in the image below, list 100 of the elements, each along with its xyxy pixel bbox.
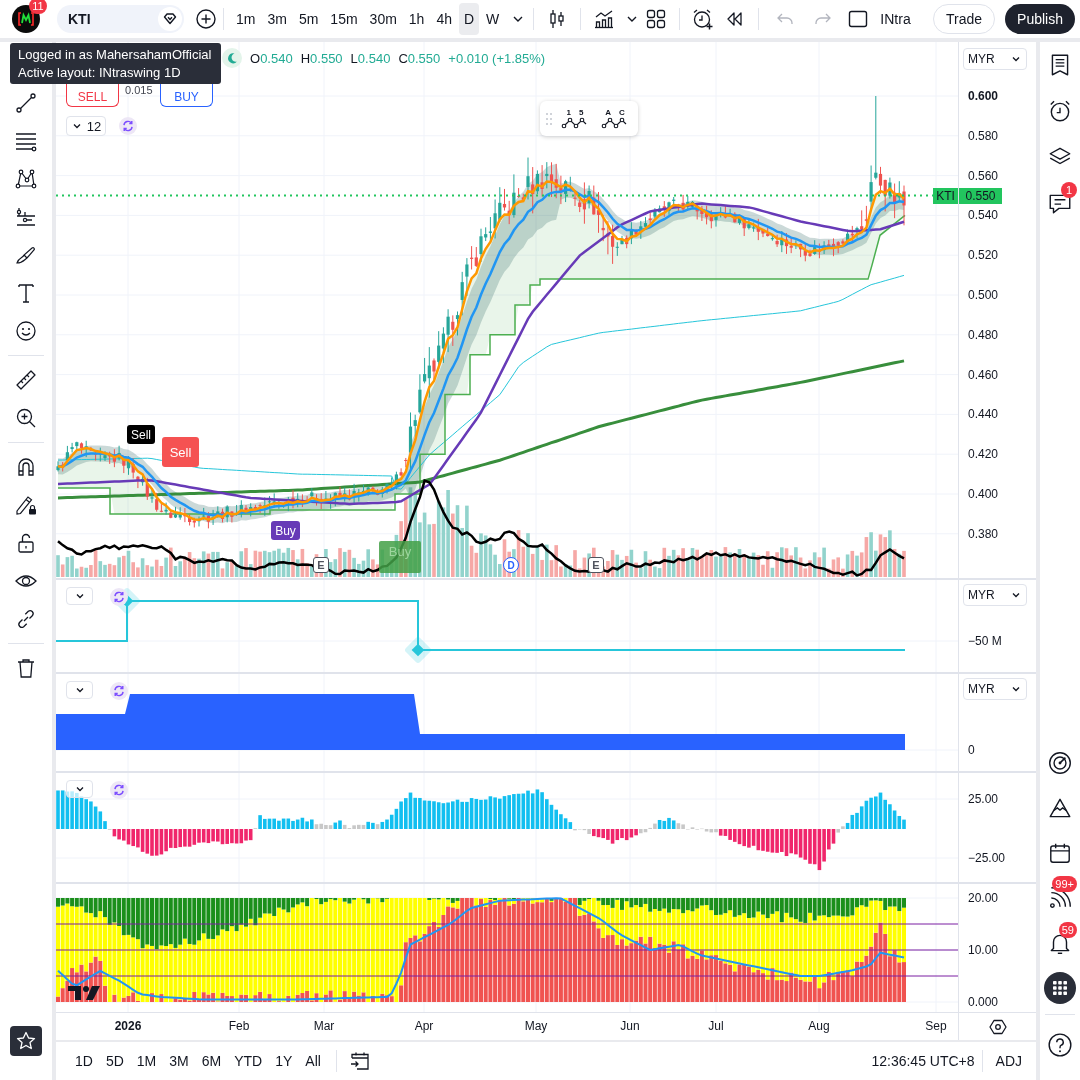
price-axis-label: 20.00 (968, 890, 999, 906)
wave-tool-button[interactable]: A C (598, 103, 632, 134)
ohlc-value: C0.550 (398, 50, 441, 66)
price-axis-label: 0.000 (968, 994, 999, 1010)
time-axis-label: Jun (619, 1019, 641, 1033)
pattern-nodes-icon[interactable] (14, 167, 38, 191)
ruler-icon[interactable] (14, 368, 38, 392)
range-button[interactable]: 1M (131, 1046, 162, 1076)
apps-grid-icon[interactable] (1044, 972, 1076, 1004)
position-tool-icon[interactable] (14, 205, 38, 229)
signal-label[interactable]: Buy (271, 521, 300, 540)
time-axis-label: 2026 (113, 1019, 143, 1033)
drag-handle-icon[interactable] (546, 112, 552, 125)
interval-button[interactable]: W (481, 3, 505, 35)
symbol-price-tag: KTI (933, 187, 958, 204)
price-axis-label: 0.400 (968, 486, 999, 502)
zigzag-icon (601, 117, 629, 129)
settings-icon[interactable] (988, 1017, 1007, 1036)
earnings-marker[interactable]: E (313, 557, 329, 573)
range-button[interactable]: All (300, 1046, 326, 1076)
plus-circle-icon[interactable] (196, 9, 216, 29)
time-axis-label: Sep (924, 1019, 948, 1033)
currency-dropdown[interactable]: MYR (963, 48, 1027, 70)
price-axis-label: 0.500 (968, 287, 999, 303)
count-badge: 1 (1061, 182, 1077, 198)
line-tool-icon[interactable] (14, 91, 38, 115)
range-button[interactable]: 1Y (270, 1046, 298, 1076)
price-axis-label: 0.380 (968, 525, 999, 542)
time-axis-label: May (523, 1019, 549, 1033)
time-axis-label: Jul (707, 1019, 725, 1033)
time-axis-label: Mar (312, 1019, 336, 1033)
currency-dropdown[interactable]: MYR (963, 584, 1027, 606)
count-badge: 59 (1058, 922, 1077, 938)
price-axis-label: 25.00 (968, 791, 999, 807)
price-axis-label: 0.420 (968, 446, 999, 463)
price-axis-label: −25.00 (968, 850, 1006, 866)
price-axis-label: 0.560 (968, 167, 999, 184)
buy-button[interactable]: BUY (160, 83, 213, 107)
sync-icon[interactable] (110, 682, 128, 700)
range-button[interactable]: 1D (70, 1046, 98, 1076)
price-axis-label: 10.00 (968, 942, 999, 958)
alarm-add-icon[interactable] (691, 7, 716, 31)
range-button[interactable]: 5D (100, 1046, 129, 1076)
sync-icon[interactable] (119, 117, 137, 135)
count-badge: 11 (29, 0, 47, 14)
last-price-label: 0.550 (959, 187, 1002, 204)
clock-text[interactable]: 12:36:45 UTC+8 (871, 1053, 975, 1069)
price-axis-label: 0 (968, 742, 975, 758)
price-axis-label: 0.480 (968, 326, 999, 343)
spread-value: 0.015 (125, 84, 153, 96)
price-axis-label: 0.460 (968, 366, 999, 383)
interval-button[interactable]: 15m (325, 3, 363, 35)
smiley-icon[interactable] (14, 319, 38, 343)
trade-button[interactable]: Trade (933, 4, 996, 34)
chart-logo-icon (68, 986, 100, 1000)
price-axis-label: 0.520 (968, 247, 999, 264)
interval-button[interactable]: 3m (262, 3, 292, 35)
ohlc-value: O0.540 (250, 50, 293, 66)
zigzag-icon (561, 117, 589, 129)
interval-button[interactable]: 30m (364, 3, 402, 35)
publish-button[interactable]: Publish (1005, 4, 1075, 34)
price-axis-label: 0.600 (968, 88, 999, 104)
adjustment-button[interactable]: ADJ (989, 1053, 1028, 1069)
price-axis-label: 0.540 (968, 207, 999, 224)
tooltip-text: Active layout: INtraswing 1D (18, 63, 182, 82)
price-change: +0.010 (+1.85%) (448, 50, 546, 66)
signal-label[interactable]: Sell (127, 425, 155, 444)
interval-button[interactable]: D (459, 3, 480, 35)
sync-icon[interactable] (110, 781, 128, 799)
ohlc-value: L0.540 (350, 50, 391, 66)
sync-icon[interactable] (110, 588, 128, 606)
range-button[interactable]: 6M (196, 1046, 227, 1076)
price-axis-label: 0.440 (968, 406, 999, 423)
interval-button[interactable]: 5m (293, 3, 324, 35)
currency-dropdown[interactable]: MYR (963, 678, 1027, 700)
ohlc-value: H0.550 (300, 50, 343, 66)
wave-tool-button[interactable]: 1 5 (558, 103, 592, 134)
symbol-search-field[interactable]: KTI (57, 5, 184, 33)
range-button[interactable]: 3M (164, 1046, 194, 1076)
tooltip-text: Logged in as MahersahamOfficial (18, 45, 213, 64)
time-axis-label: Aug (807, 1019, 831, 1033)
help-icon[interactable] (1047, 1032, 1073, 1058)
zoom-in-icon[interactable] (14, 406, 38, 430)
pane-collapse-button[interactable] (66, 780, 93, 798)
interval-button[interactable]: 4h (431, 3, 457, 35)
pane-collapse-button[interactable] (66, 681, 93, 699)
sell-button[interactable]: SELL (66, 83, 119, 107)
layout-name[interactable]: INtra (880, 11, 911, 27)
time-axis-label: Feb (227, 1019, 251, 1033)
price-axis-label: −50 M (968, 633, 1002, 649)
range-button[interactable]: YTD (229, 1046, 268, 1076)
interval-button[interactable]: 1h (403, 3, 430, 35)
gauge-icon[interactable] (1047, 750, 1073, 776)
interval-button[interactable]: 1m (231, 3, 261, 35)
time-axis-label: Apr (413, 1019, 435, 1033)
pane-collapse-button[interactable] (66, 587, 93, 605)
earnings-marker[interactable]: E (588, 557, 604, 573)
price-axis-label: 0.580 (968, 127, 999, 144)
indicators-toggle-button[interactable]: 12 (66, 116, 106, 136)
crescent-moon-icon (222, 48, 242, 68)
